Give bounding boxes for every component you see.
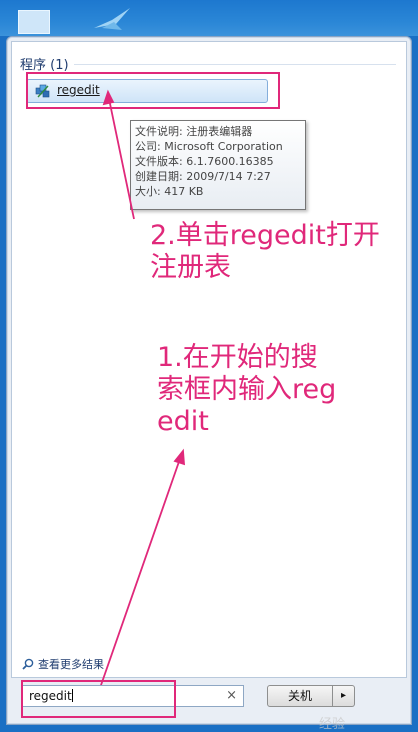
annotation-step-1-line-2: 索框内输入reg xyxy=(157,374,337,405)
see-more-label: 查看更多结果 xyxy=(38,658,104,671)
file-info-tooltip: 文件说明: 注册表编辑器 公司: Microsoft Corporation 文… xyxy=(130,120,306,210)
annotation-step-2: 2.单击regedit打开 注册表 xyxy=(150,220,410,284)
search-icon xyxy=(22,658,34,670)
desktop-bird-icon xyxy=(94,8,130,30)
annotation-step-1-line-3: edit xyxy=(157,406,209,437)
tooltip-date: 创建日期: 2009/7/14 7:27 xyxy=(135,170,271,183)
start-search-input[interactable]: regedit × xyxy=(22,685,244,707)
annotation-step-1: 1.在开始的搜 索框内输入reg edit xyxy=(157,342,392,438)
desktop-computer-icon[interactable] xyxy=(18,10,50,34)
result-item-regedit[interactable]: regedit xyxy=(26,79,268,103)
start-menu: 程序 (1) regedit 文件说明: 注册表编辑器 公司: Microsof… xyxy=(6,36,412,732)
desktop-background xyxy=(0,0,418,36)
annotation-step-2-line-2: 注册表 xyxy=(150,252,231,283)
tooltip-size: 大小: 417 KB xyxy=(135,185,204,198)
section-divider xyxy=(74,64,396,65)
tooltip-version: 文件版本: 6.1.7600.16385 xyxy=(135,155,274,168)
annotation-step-2-line-1: 2.单击regedit打开 xyxy=(150,220,380,251)
shutdown-button[interactable]: 关机 xyxy=(267,685,333,707)
annotation-step-1-line-1: 1.在开始的搜 xyxy=(157,342,318,373)
tooltip-description: 文件说明: 注册表编辑器 xyxy=(135,125,253,138)
clear-search-icon[interactable]: × xyxy=(226,688,237,703)
see-more-results-link[interactable]: 查看更多结果 xyxy=(22,656,104,672)
programs-section-header: 程序 (1) xyxy=(20,58,69,73)
regedit-icon xyxy=(35,84,50,98)
search-input-value: regedit xyxy=(29,689,73,703)
shutdown-options-button[interactable]: ▸ xyxy=(333,685,355,707)
result-label: regedit xyxy=(57,83,100,97)
tooltip-company: 公司: Microsoft Corporation xyxy=(135,140,283,153)
search-results-pane: 程序 (1) regedit 文件说明: 注册表编辑器 公司: Microsof… xyxy=(11,41,407,678)
